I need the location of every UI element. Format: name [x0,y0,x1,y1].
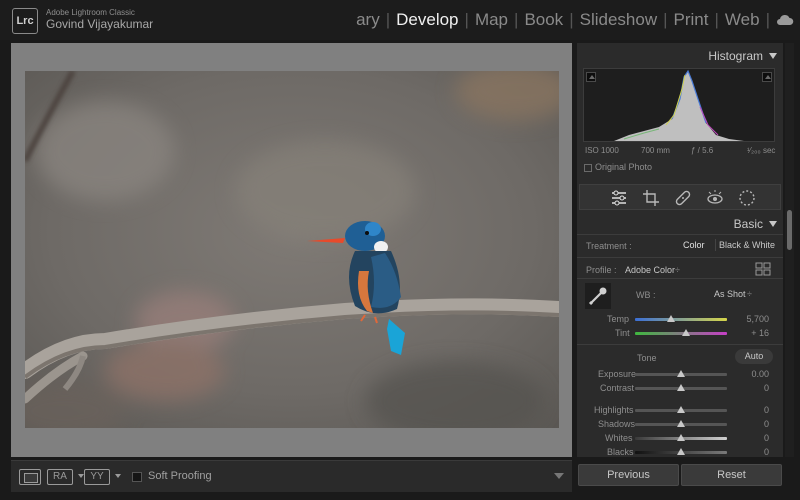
module-library[interactable]: ary [350,0,386,40]
whites-value[interactable]: 0 [739,433,769,443]
module-book[interactable]: Book [518,0,569,40]
cloud-icon[interactable] [776,14,794,26]
histogram-header[interactable]: Histogram [577,45,783,67]
whites-label: Whites [605,433,633,443]
highlight-clipping-icon[interactable] [762,72,772,82]
histogram-title: Histogram [708,49,763,63]
tint-value[interactable]: + 16 [739,328,769,338]
highlights-slider-knob[interactable] [677,406,685,413]
soft-proofing-label: Soft Proofing [148,470,212,482]
lrc-logo: Lrc [12,8,38,34]
product-name: Adobe Lightroom Classic [46,8,135,17]
right-panel: Histogram ISO 1000 700 mm ƒ / 5.6 ¹⁄₂₀₀ … [577,43,783,457]
tint-slider[interactable] [635,332,727,335]
before-after-mode-button[interactable]: YY [84,469,110,485]
auto-tone-button[interactable]: Auto [735,349,773,364]
treatment-color-button[interactable]: Color [683,240,705,250]
temp-slider-knob[interactable] [667,315,675,322]
wb-dropdown[interactable]: As Shot [714,289,746,299]
divider [577,234,783,235]
module-slideshow[interactable]: Slideshow [574,0,664,40]
temp-label: Temp [607,314,630,324]
tone-label: Tone [637,353,657,363]
divider [577,278,783,279]
contrast-slider-knob[interactable] [677,384,685,391]
wb-eyedropper-button[interactable] [585,283,611,309]
shadows-label: Shadows [598,419,636,429]
healing-bandage-icon[interactable] [673,188,693,208]
original-photo-label: Original Photo [595,162,653,172]
chevron-updown-icon[interactable]: ÷ [675,265,680,275]
divider [577,344,783,345]
histogram[interactable] [583,68,775,142]
focal-length-readout: 700 mm [641,146,670,155]
contrast-value[interactable]: 0 [739,383,769,393]
profile-dropdown[interactable]: Adobe Color [625,265,675,275]
reset-button[interactable]: Reset [681,464,782,486]
loupe-view-button[interactable] [19,469,41,485]
divider [577,257,783,258]
collapse-triangle-icon[interactable] [769,221,777,227]
module-separator: | [765,10,770,29]
red-eye-icon[interactable] [705,188,725,208]
exposure-value[interactable]: 0.00 [739,369,769,379]
blacks-value[interactable]: 0 [739,447,769,457]
temp-value[interactable]: 5,700 [739,314,769,324]
profile-label: Profile : [586,265,617,275]
shadow-clipping-icon[interactable] [586,72,596,82]
module-map[interactable]: Map [469,0,514,40]
module-picker: ary | Develop | Map | Book | Slideshow |… [350,0,794,40]
treatment-label: Treatment : [586,241,632,251]
develop-tool-strip [579,184,781,210]
module-web[interactable]: Web [719,0,766,40]
blacks-slider-knob[interactable] [677,448,685,455]
masking-icon[interactable] [737,188,757,208]
chevron-down-icon[interactable] [115,474,121,478]
module-print[interactable]: Print [668,0,715,40]
photo-preview[interactable] [25,71,559,428]
develop-toolbar: RA YY Soft Proofing [11,460,572,492]
toolbar-menu-icon[interactable] [554,473,564,479]
image-canvas[interactable] [11,43,572,457]
user-name: Govind Vijayakumar [46,17,154,31]
before-after-button[interactable]: RA [47,469,73,485]
highlights-value[interactable]: 0 [739,405,769,415]
crop-icon[interactable] [641,188,661,208]
soft-proofing-checkbox[interactable] [132,472,142,482]
identity-bar: Lrc Adobe Lightroom Classic Govind Vijay… [0,0,800,40]
basic-title: Basic [733,217,763,231]
profile-browser-icon[interactable] [755,262,771,276]
iso-readout: ISO 1000 [585,146,619,155]
tint-slider-knob[interactable] [682,329,690,336]
temp-slider[interactable] [635,318,727,321]
blacks-label: Blacks [607,447,634,457]
basic-header[interactable]: Basic [577,213,783,235]
exposure-slider-knob[interactable] [677,370,685,377]
scrollbar-thumb[interactable] [787,210,792,250]
original-photo-checkbox[interactable] [584,164,592,172]
chevron-updown-icon[interactable]: ÷ [747,289,752,299]
shadows-slider-knob[interactable] [677,420,685,427]
right-panel-scrollbar[interactable] [785,43,794,457]
collapse-triangle-icon[interactable] [769,53,777,59]
whites-slider-knob[interactable] [677,434,685,441]
shutter-readout: ¹⁄₂₀₀ sec [747,146,776,155]
edit-sliders-icon[interactable] [609,188,629,208]
exposure-label: Exposure [598,369,637,379]
tint-label: Tint [615,328,630,338]
kingfisher-photo [25,71,559,428]
module-develop[interactable]: Develop [390,0,464,40]
shadows-value[interactable]: 0 [739,419,769,429]
treatment-bw-button[interactable]: Black & White [715,239,778,251]
contrast-label: Contrast [600,383,635,393]
wb-label: WB : [636,290,656,300]
previous-button[interactable]: Previous [578,464,679,486]
eyedropper-icon [588,287,607,306]
highlights-label: Highlights [594,405,634,415]
aperture-readout: ƒ / 5.6 [691,146,714,155]
histogram-graph [614,69,744,141]
